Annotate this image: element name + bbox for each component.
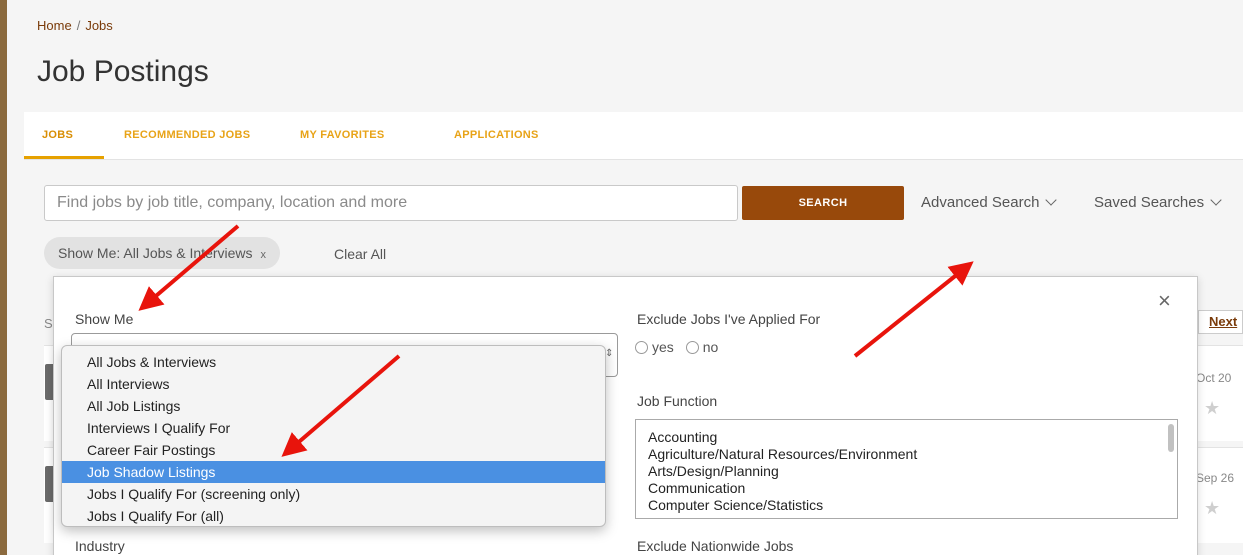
tab-recommended-jobs[interactable]: RECOMMENDED JOBS: [124, 129, 250, 141]
saved-searches-toggle[interactable]: Saved Searches: [1094, 194, 1222, 211]
dropdown-option[interactable]: Interviews I Qualify For: [62, 417, 605, 439]
scrollbar-thumb[interactable]: [1168, 424, 1174, 452]
radio-no[interactable]: no: [685, 339, 719, 355]
radio-yes-label: yes: [652, 339, 674, 355]
remove-filter-icon[interactable]: x: [261, 249, 267, 261]
show-me-label: Show Me: [75, 311, 134, 327]
job-function-option[interactable]: Accounting: [636, 429, 1177, 446]
job-function-option[interactable]: Communication: [636, 480, 1177, 497]
advanced-search-toggle[interactable]: Advanced Search: [921, 194, 1058, 211]
close-icon[interactable]: ×: [1158, 290, 1171, 312]
posting-date: Oct 20: [1196, 371, 1232, 385]
breadcrumb-jobs-link[interactable]: Jobs: [85, 18, 112, 33]
job-function-listbox[interactable]: Accounting Agriculture/Natural Resources…: [635, 419, 1178, 519]
industry-label: Industry: [75, 538, 125, 554]
radio-yes[interactable]: yes: [635, 339, 674, 355]
filter-chip-show-me[interactable]: Show Me: All Jobs & Interviews x: [44, 237, 281, 269]
dropdown-option-highlighted[interactable]: Job Shadow Listings: [62, 461, 605, 483]
saved-searches-label: Saved Searches: [1094, 194, 1205, 211]
breadcrumb-separator: /: [76, 18, 81, 33]
radio-no-label: no: [702, 339, 719, 355]
breadcrumb-home-link[interactable]: Home: [37, 18, 72, 33]
tab-bar: JOBS RECOMMENDED JOBS MY FAVORITES APPLI…: [24, 112, 1243, 160]
job-function-option[interactable]: Arts/Design/Planning: [636, 463, 1177, 480]
posting-date: Sep 26: [1196, 471, 1235, 485]
favorite-star-icon[interactable]: ★: [1204, 498, 1220, 519]
tab-applications[interactable]: APPLICATIONS: [454, 129, 539, 141]
dropdown-option[interactable]: All Jobs & Interviews: [62, 351, 605, 373]
dropdown-option[interactable]: Career Fair Postings: [62, 439, 605, 461]
breadcrumb: Home / Jobs: [37, 18, 113, 33]
next-page-link[interactable]: Next: [1209, 314, 1237, 329]
radio-circle-icon: [635, 341, 648, 354]
exclude-applied-radio-group: yes no: [635, 339, 726, 355]
exclude-applied-label: Exclude Jobs I've Applied For: [637, 311, 821, 327]
left-edge-bar: [0, 0, 7, 555]
dropdown-option[interactable]: All Interviews: [62, 373, 605, 395]
select-arrows-icon: ⇕: [605, 348, 614, 359]
dropdown-option[interactable]: All Job Listings: [62, 395, 605, 417]
clear-all-link[interactable]: Clear All: [334, 246, 386, 262]
advanced-search-label: Advanced Search: [921, 194, 1040, 211]
dropdown-option[interactable]: Jobs I Qualify For (screening only): [62, 483, 605, 505]
tab-my-favorites[interactable]: MY FAVORITES: [300, 129, 384, 141]
tab-jobs[interactable]: JOBS: [42, 129, 73, 141]
active-tab-indicator: [24, 156, 104, 159]
job-function-option[interactable]: Computer Science/Statistics: [636, 497, 1177, 514]
search-button[interactable]: SEARCH: [742, 186, 904, 220]
job-function-label: Job Function: [637, 393, 718, 409]
show-me-dropdown-menu: All Jobs & Interviews All Interviews All…: [61, 345, 606, 527]
results-summary-partial: S: [44, 316, 53, 331]
chevron-down-icon: [1045, 194, 1058, 206]
job-function-option[interactable]: Agriculture/Natural Resources/Environmen…: [636, 446, 1177, 463]
filter-chip-label: Show Me: All Jobs & Interviews: [58, 245, 253, 261]
favorite-star-icon[interactable]: ★: [1204, 398, 1220, 419]
page-title: Job Postings: [37, 55, 209, 88]
job-search-input[interactable]: [44, 185, 738, 221]
chevron-down-icon: [1210, 194, 1222, 206]
radio-circle-icon: [685, 341, 699, 354]
exclude-nationwide-label: Exclude Nationwide Jobs: [637, 538, 794, 554]
dropdown-option[interactable]: Jobs I Qualify For (all): [62, 505, 605, 526]
